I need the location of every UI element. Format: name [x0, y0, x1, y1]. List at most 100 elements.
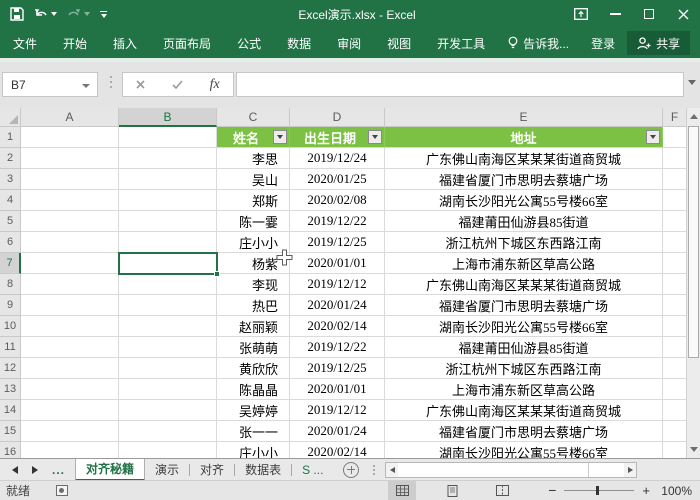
cell[interactable]: 赵丽颖	[217, 316, 290, 337]
formula-bar-splitter[interactable]	[110, 76, 112, 88]
share-button[interactable]: 共享	[627, 31, 690, 55]
row-header[interactable]: 16	[0, 442, 21, 458]
cell[interactable]: 陈一霎	[217, 211, 290, 232]
cell[interactable]: 福建省厦门市思明去蔡塘广场	[385, 169, 663, 190]
tab-page-layout[interactable]: 页面布局	[150, 28, 224, 58]
cell[interactable]: 2019/12/12	[290, 274, 385, 295]
cell[interactable]: 2020/01/24	[290, 295, 385, 316]
page-break-view-button[interactable]	[488, 481, 516, 500]
cell[interactable]: 湖南长沙阳光公寓55号楼66室	[385, 190, 663, 211]
ribbon-display-options-button[interactable]	[564, 0, 598, 28]
cell[interactable]: 2020/02/08	[290, 190, 385, 211]
cell[interactable]: 福建莆田仙游县85街道	[385, 337, 663, 358]
name-box-dropdown-icon[interactable]	[82, 84, 90, 88]
horizontal-scrollbar-thumb[interactable]	[399, 463, 589, 477]
horizontal-scrollbar[interactable]	[385, 462, 637, 478]
tab-insert[interactable]: 插入	[100, 28, 150, 58]
zoom-level-button[interactable]: 100%	[660, 484, 700, 498]
vertical-scrollbar-thumb[interactable]	[688, 126, 699, 358]
cell[interactable]: 2020/01/24	[290, 421, 385, 442]
maximize-button[interactable]	[632, 0, 666, 28]
undo-dropdown-icon[interactable]	[51, 12, 57, 16]
cell[interactable]: 2020/02/14	[290, 316, 385, 337]
column-header-a[interactable]: A	[21, 108, 119, 127]
cell[interactable]: 浙江杭州下城区东西路江南	[385, 232, 663, 253]
row-header[interactable]: 5	[0, 211, 21, 232]
cell[interactable]: 2019/12/12	[290, 400, 385, 421]
tab-developer[interactable]: 开发工具	[424, 28, 498, 58]
macro-record-icon[interactable]	[56, 485, 68, 496]
cell[interactable]: 张一一	[217, 421, 290, 442]
tell-me-box[interactable]: 告诉我...	[498, 35, 579, 52]
column-header-c[interactable]: C	[217, 108, 290, 127]
tab-data[interactable]: 数据	[274, 28, 324, 58]
row-header-selected[interactable]: 7	[0, 253, 21, 274]
tab-scrollbar-splitter[interactable]	[373, 465, 375, 475]
formula-input[interactable]	[236, 72, 684, 97]
cell[interactable]: 2019/12/22	[290, 337, 385, 358]
table-header-address[interactable]: 地址	[385, 127, 663, 148]
row-header[interactable]: 13	[0, 379, 21, 400]
zoom-slider[interactable]	[564, 490, 634, 491]
row-header[interactable]: 3	[0, 169, 21, 190]
cell[interactable]: 福建省厦门市思明去蔡塘广场	[385, 421, 663, 442]
column-a-cells[interactable]	[21, 127, 119, 458]
cell[interactable]: 2020/01/01	[290, 379, 385, 400]
cell[interactable]: 广东佛山南海区某某某街道商贸城	[385, 148, 663, 169]
cell[interactable]: 吴山	[217, 169, 290, 190]
undo-button[interactable]	[34, 8, 57, 20]
name-box[interactable]: B7	[2, 72, 98, 97]
cell[interactable]: 上海市浦东新区草高公路	[385, 253, 663, 274]
scroll-left-icon[interactable]	[386, 463, 398, 477]
cell[interactable]: 福建莆田仙游县85街道	[385, 211, 663, 232]
cell[interactable]: 湖南长沙阳光公寓55号楼66室	[385, 442, 663, 458]
cell[interactable]: 郑斯	[217, 190, 290, 211]
row-header[interactable]: 1	[0, 127, 21, 148]
tab-view[interactable]: 视图	[374, 28, 424, 58]
cell[interactable]: 2019/12/25	[290, 232, 385, 253]
sheet-tab[interactable]: S ...	[292, 459, 333, 481]
cell[interactable]: 吴婷婷	[217, 400, 290, 421]
row-header[interactable]: 9	[0, 295, 21, 316]
normal-view-button[interactable]	[388, 481, 416, 500]
row-header[interactable]: 11	[0, 337, 21, 358]
column-header-e[interactable]: E	[385, 108, 663, 127]
column-f-cells[interactable]	[663, 127, 686, 458]
sign-in-button[interactable]: 登录	[579, 35, 627, 52]
zoom-out-button[interactable]: −	[548, 482, 556, 498]
scroll-up-icon[interactable]	[687, 108, 700, 125]
filter-dropdown-icon[interactable]	[368, 130, 382, 144]
cell[interactable]: 热巴	[217, 295, 290, 316]
sheet-tab[interactable]: 对齐	[190, 459, 234, 481]
cell[interactable]: 广东佛山南海区某某某街道商贸城	[385, 400, 663, 421]
cell[interactable]: 张萌萌	[217, 337, 290, 358]
insert-function-button[interactable]: fx	[210, 77, 220, 93]
row-header[interactable]: 6	[0, 232, 21, 253]
column-b-cells[interactable]	[119, 127, 217, 458]
filter-dropdown-icon[interactable]	[273, 130, 287, 144]
cell[interactable]: 李思	[217, 148, 290, 169]
cell[interactable]: 2019/12/22	[290, 211, 385, 232]
tab-review[interactable]: 审阅	[324, 28, 374, 58]
scroll-down-icon[interactable]	[687, 441, 700, 458]
page-layout-view-button[interactable]	[438, 481, 466, 500]
sheet-tab[interactable]: 数据表	[235, 459, 291, 481]
cell[interactable]: 2019/12/25	[290, 358, 385, 379]
tab-file[interactable]: 文件	[0, 28, 50, 58]
row-header[interactable]: 15	[0, 421, 21, 442]
cell[interactable]: 2020/01/01	[290, 253, 385, 274]
cell[interactable]: 黄欣欣	[217, 358, 290, 379]
redo-dropdown-icon[interactable]	[84, 12, 90, 16]
cell[interactable]: 2020/01/25	[290, 169, 385, 190]
cell[interactable]: 庄小小	[217, 442, 290, 458]
cell[interactable]: 李现	[217, 274, 290, 295]
sheet-tab[interactable]: 演示	[145, 459, 189, 481]
more-sheets-button[interactable]: ...	[52, 463, 65, 477]
cancel-icon[interactable]	[136, 80, 145, 89]
cell[interactable]: 湖南长沙阳光公寓55号楼66室	[385, 316, 663, 337]
column-header-d[interactable]: D	[290, 108, 385, 127]
row-header[interactable]: 12	[0, 358, 21, 379]
zoom-in-button[interactable]: +	[642, 483, 650, 498]
cell[interactable]: 陈晶晶	[217, 379, 290, 400]
sheet-tab-active[interactable]: 对齐秘籍	[75, 459, 145, 481]
